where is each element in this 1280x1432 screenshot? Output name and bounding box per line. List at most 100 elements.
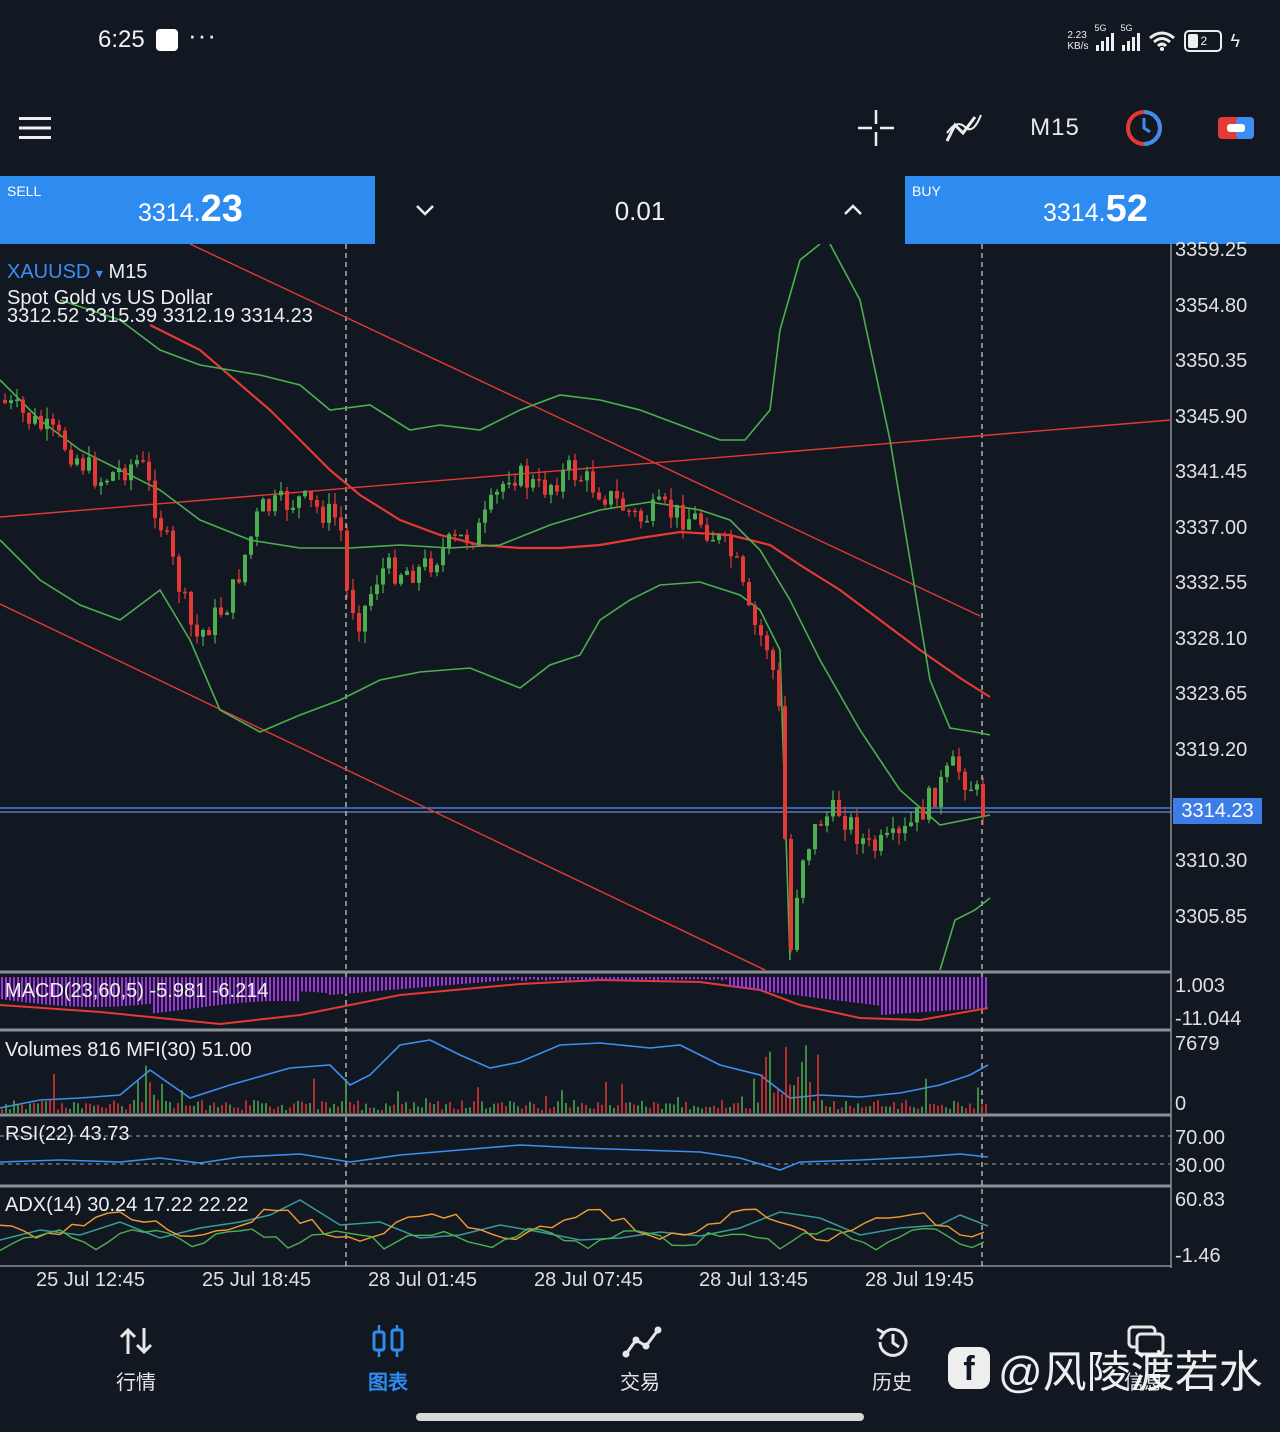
lot-increase-button[interactable] [803, 176, 903, 244]
pane-separator [0, 1028, 1171, 1032]
candlestick [405, 566, 409, 576]
candlestick [483, 500, 487, 533]
candlestick [267, 498, 271, 517]
candlestick [537, 468, 541, 488]
candlestick [75, 454, 79, 467]
crosshair-icon [858, 110, 894, 146]
candlestick [81, 454, 85, 475]
status-icons: 2.23 KB/s 5G 5G 2 ϟ [1067, 23, 1240, 56]
nav-chart[interactable]: 图表 [260, 1300, 516, 1404]
chart-overlays [0, 244, 1172, 1252]
candlestick [279, 481, 283, 501]
candlestick [663, 492, 667, 505]
candlestick [27, 411, 31, 430]
candlestick [579, 475, 583, 482]
candlestick [621, 491, 625, 512]
candlestick [3, 393, 7, 405]
candlestick [765, 631, 769, 660]
nav-quotes[interactable]: 行情 [8, 1300, 264, 1404]
chevron-up-icon [844, 204, 862, 215]
candlestick [99, 477, 103, 495]
candlestick [957, 747, 961, 781]
candlestick [855, 808, 859, 855]
candlestick [117, 459, 121, 480]
candlestick [423, 549, 427, 571]
bollinger-upper [59, 244, 821, 441]
candlestick [639, 508, 643, 529]
price-chart[interactable] [0, 244, 1280, 1300]
candlestick [459, 534, 463, 537]
network-type-2: 5G [1120, 23, 1133, 33]
volumes-axis-top: 7679 [1175, 1033, 1220, 1055]
candlestick [159, 510, 163, 538]
candlestick [177, 553, 181, 604]
price-axis-label: 3323.65 [1175, 683, 1248, 705]
candlestick [111, 471, 115, 482]
market-clock-button[interactable] [1112, 80, 1176, 176]
candlestick [933, 787, 937, 808]
signal-icon-2: 5G [1120, 23, 1141, 51]
buy-button[interactable]: BUY 3314.52 [905, 176, 1280, 244]
trendline-lower [0, 603, 766, 971]
battery-level: 2 [1200, 34, 1208, 48]
candlestick [231, 579, 235, 620]
candlestick [399, 572, 403, 587]
more-notifications-icon: ··· [188, 20, 217, 50]
price-axis-label: 3341.45 [1175, 461, 1248, 483]
sell-label: SELL [7, 183, 42, 199]
watermark-text: @风陵渡若水 [998, 1348, 1263, 1397]
chart-toolbar: M15 [0, 80, 1280, 176]
candlestick [129, 459, 133, 491]
candlestick [309, 490, 313, 508]
candlestick [9, 394, 13, 410]
candlestick [45, 407, 49, 441]
candlestick [225, 610, 229, 616]
home-indicator[interactable] [416, 1413, 864, 1421]
candlestick [345, 524, 349, 599]
price-axis-label: 3337.00 [1175, 517, 1248, 539]
candlestick [51, 413, 55, 437]
adx-minus-di-line [0, 1227, 985, 1252]
one-click-trading-button[interactable] [1204, 80, 1268, 176]
candlestick [831, 790, 835, 822]
candlestick [783, 695, 787, 841]
candlestick [153, 469, 157, 529]
symbol-name[interactable]: XAUUSD [7, 261, 90, 283]
rsi-label: RSI(22) 43.73 [5, 1123, 130, 1145]
timeframe-button[interactable]: M15 [1020, 80, 1090, 176]
candlestick [291, 500, 295, 514]
candlestick [135, 454, 139, 468]
candlestick [561, 463, 565, 499]
candlestick [531, 474, 535, 492]
time-axis-label: 28 Jul 07:45 [534, 1269, 643, 1291]
candlestick [387, 553, 391, 575]
network-type-1: 5G [1094, 23, 1107, 33]
candlestick [891, 816, 895, 841]
candlestick [819, 820, 823, 827]
menu-button[interactable] [0, 80, 70, 176]
nav-chart-label: 图表 [368, 1372, 408, 1394]
indicators-button[interactable] [934, 80, 994, 176]
candlestick [357, 605, 361, 642]
rsi-axis-bottom: 30.00 [1175, 1155, 1226, 1177]
candlestick [507, 471, 511, 489]
candlestick [771, 647, 775, 680]
symbol-dropdown-icon[interactable]: ▾ [96, 265, 103, 281]
crosshair-button[interactable] [846, 80, 906, 176]
battery-icon: 2 [1184, 30, 1223, 52]
macd-axis-top: 1.003 [1175, 975, 1226, 997]
candlestick [909, 812, 913, 828]
candlestick [39, 410, 43, 432]
candlestick [981, 777, 985, 825]
volumes-label: Volumes 816 MFI(30) 51.00 [5, 1039, 252, 1061]
sell-price-pips: 23 [200, 188, 243, 230]
candlestick [789, 833, 793, 953]
candlestick [303, 490, 307, 499]
sell-button[interactable]: SELL 3314.23 [0, 176, 375, 244]
candlestick [195, 614, 199, 644]
candlestick [555, 477, 559, 496]
signal-icon: 5G [1094, 23, 1115, 51]
nav-trade[interactable]: 交易 [512, 1300, 768, 1404]
nav-quotes-label: 行情 [116, 1372, 156, 1394]
candlestick [123, 464, 127, 486]
